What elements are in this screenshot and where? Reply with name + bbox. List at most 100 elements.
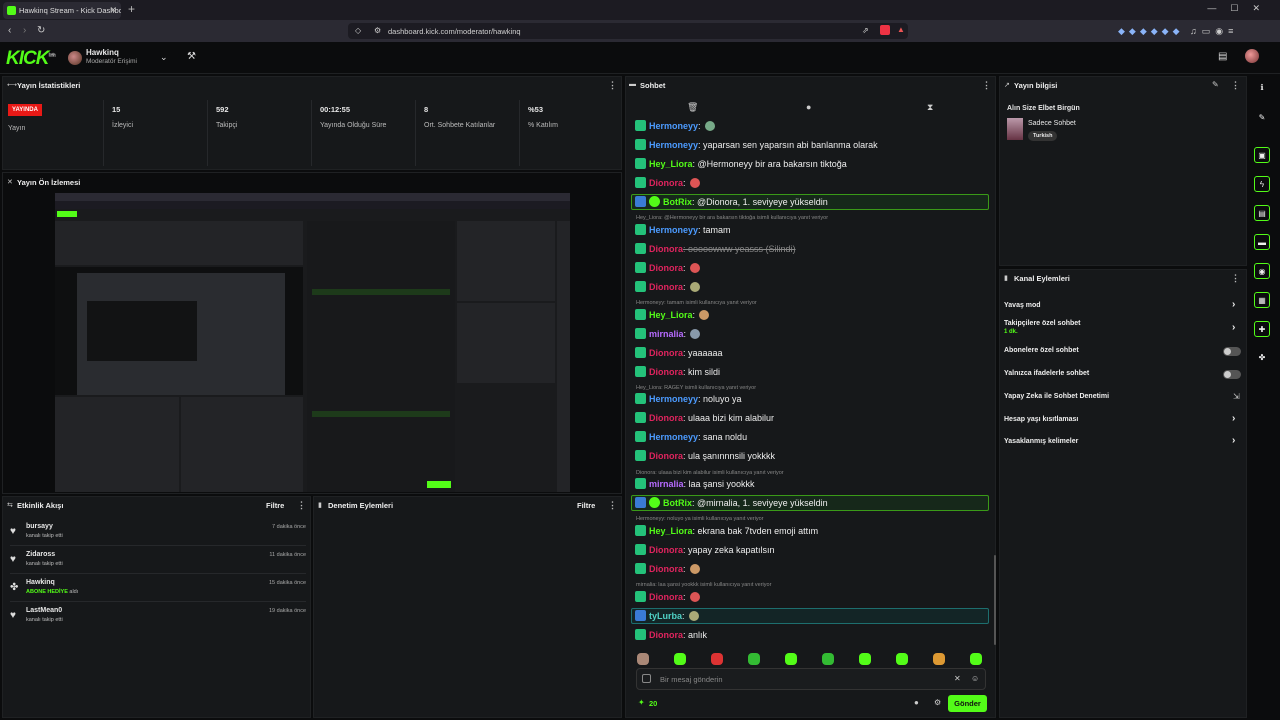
video-icon[interactable]: ▣ xyxy=(1254,147,1270,163)
stream-preview-video[interactable] xyxy=(55,193,570,492)
chat-username[interactable]: Dionora xyxy=(649,263,683,273)
window-controls[interactable]: —☐✕ xyxy=(1207,3,1274,14)
chat-menu-icon[interactable]: ⋮ xyxy=(982,80,991,91)
channel-actions-menu-icon[interactable]: ⋮ xyxy=(1231,273,1240,284)
chat-message[interactable]: Hey_Liora: ekrana bak 7tvden emoji attım xyxy=(635,525,818,536)
chat-message[interactable]: Dionora: yapay zeka kapatılsın xyxy=(635,544,775,555)
translate-icon[interactable]: ✕ xyxy=(954,674,961,683)
chat-message[interactable]: Hermoneyy: tamam xyxy=(635,224,731,235)
chat-username[interactable]: Dionora xyxy=(649,545,683,555)
chat-message[interactable]: BotRix: @Dionora, 1. seviyeye yükseldin xyxy=(635,196,828,207)
chat-message[interactable]: Hermoneyy: yaparsan sen yaparsın abi ban… xyxy=(635,139,878,150)
chat-message[interactable]: mirnalia: xyxy=(635,328,701,339)
chat-message[interactable]: Dionora: xyxy=(635,591,700,602)
chat-username[interactable]: Dionora xyxy=(649,451,683,461)
chat-message[interactable]: BotRix: @mirnalia, 1. seviyeye yükseldin xyxy=(635,497,828,508)
hourglass-icon[interactable]: ⧗ xyxy=(927,102,933,113)
external-link-icon[interactable]: ⇲ xyxy=(1233,392,1240,401)
chevron-right-icon[interactable]: › xyxy=(1232,322,1235,333)
mod-actions-menu-icon[interactable]: ⋮ xyxy=(608,500,617,511)
browser-tab[interactable]: Hawkinq Stream - Kick Dashboard ✕ xyxy=(3,2,121,19)
emote-only-toggle[interactable] xyxy=(1223,370,1241,379)
action-slow-mode[interactable]: Yavaş mod xyxy=(1004,302,1041,309)
list-item[interactable]: ✤ Hawkinq ABONE HEDİYE aldı 15 dakika ön… xyxy=(10,576,306,602)
chat-bubble-icon[interactable]: ● xyxy=(806,102,811,112)
trash-icon[interactable]: 🗑 xyxy=(687,102,698,113)
emoji-picker-icon[interactable] xyxy=(642,674,651,683)
chat-message[interactable]: Dionora: kim sildi xyxy=(635,366,720,377)
action-banned-words[interactable]: Yasaklanmış kelimeler xyxy=(1004,438,1078,445)
chat-message[interactable]: Dionora: ooooowww yeasss (Silindi) xyxy=(635,243,796,254)
chat-username[interactable]: mirnalia xyxy=(649,479,684,489)
chat-username[interactable]: Hey_Liora xyxy=(649,526,693,536)
action-followers-only[interactable]: Takipçilere özel sohbet xyxy=(1004,320,1081,327)
info-icon[interactable]: ℹ xyxy=(1254,80,1270,96)
kick-logo[interactable]: KICKbeta xyxy=(6,48,56,70)
chat-message[interactable]: Dionora: xyxy=(635,563,700,574)
chat-scrollbar[interactable] xyxy=(994,555,996,645)
action-account-age[interactable]: Hesap yaşı kısıtlaması xyxy=(1004,416,1078,423)
chat-message[interactable]: Hey_Liora: @Hermoneyy bir ara bakarsın t… xyxy=(635,158,847,169)
chat-username[interactable]: mirnalia xyxy=(649,329,684,339)
chat-username[interactable]: Dionora xyxy=(649,564,683,574)
stats-icon[interactable]: ▤ xyxy=(1254,205,1270,221)
chat-username[interactable]: Hermoneyy xyxy=(649,140,698,150)
share-icon[interactable]: ⇗ xyxy=(862,26,869,35)
action-emote-only[interactable]: Yalnızca ifadelerle sohbet xyxy=(1004,370,1089,377)
chat-icon[interactable]: ▬ xyxy=(1254,234,1270,250)
send-button[interactable]: Gönder xyxy=(948,695,987,712)
chevron-down-icon[interactable]: ⌄ xyxy=(160,52,168,63)
chat-username[interactable]: BotRix xyxy=(663,197,692,207)
user-avatar[interactable] xyxy=(1245,49,1259,63)
chat-username[interactable]: Dionora xyxy=(649,630,683,640)
mod-actions-filter-button[interactable]: Filtre xyxy=(577,501,595,510)
action-subscribers-only[interactable]: Abonelere özel sohbet xyxy=(1004,347,1079,354)
chat-message[interactable]: Dionora: anlık xyxy=(635,629,707,640)
chevron-right-icon[interactable]: › xyxy=(1232,413,1235,424)
chat-username[interactable]: Hermoneyy xyxy=(649,225,698,235)
feed-menu-icon[interactable]: ⋮ xyxy=(297,500,306,511)
chat-username[interactable]: Dionora xyxy=(649,244,683,254)
rewards-icon[interactable]: ▲ xyxy=(897,25,905,34)
chat-username[interactable]: Dionora xyxy=(649,592,683,602)
chat-username[interactable]: Dionora xyxy=(649,413,683,423)
list-item[interactable]: ♥ bursayy kanalı takip etti 7 dakika önc… xyxy=(10,520,306,546)
chat-username[interactable]: Hey_Liora xyxy=(649,159,693,169)
chat-message[interactable]: mirnalia: laa şansi yookkk xyxy=(635,478,755,489)
stats-menu-icon[interactable]: ⋮ xyxy=(608,80,617,91)
toolbar-icons[interactable]: ♫▭◉≡ xyxy=(1190,26,1238,37)
avatar[interactable] xyxy=(68,51,82,65)
pen-icon[interactable]: ✎ xyxy=(1254,110,1270,126)
extension-icons[interactable]: ◆◆◆◆◆◆ xyxy=(1118,26,1184,37)
brave-shield-icon[interactable] xyxy=(880,25,890,35)
chevron-right-icon[interactable]: › xyxy=(1232,299,1235,310)
gear-icon[interactable]: ⚙ xyxy=(934,698,941,707)
action-ai-moderation[interactable]: Yapay Zeka ile Sohbet Denetimi xyxy=(1004,393,1109,400)
chat-username[interactable]: Dionora xyxy=(649,367,683,377)
subscribers-only-toggle[interactable] xyxy=(1223,347,1241,356)
broadcast-icon[interactable]: ◉ xyxy=(1254,263,1270,279)
list-item[interactable]: ♥ LastMean0 kanalı takip etti 19 dakika … xyxy=(10,604,306,630)
panel-layout-icon[interactable]: ▤ xyxy=(1218,51,1227,62)
back-icon[interactable]: ‹ xyxy=(8,25,11,36)
list-item[interactable]: ♥ Zidaross kanalı takip etti 11 dakika ö… xyxy=(10,548,306,574)
chat-username[interactable]: Dionora xyxy=(649,348,683,358)
wrench-icon[interactable]: ✚ xyxy=(1254,321,1270,337)
chat-username[interactable]: BotRix xyxy=(663,498,692,508)
chat-username[interactable]: tyLurba xyxy=(649,611,682,621)
chat-username[interactable]: Dionora xyxy=(649,178,683,188)
close-tab-icon[interactable]: ✕ xyxy=(109,5,117,16)
chat-message[interactable]: Dionora: ula şanınnnsili yokkkk xyxy=(635,450,775,461)
chat-username[interactable]: Hermoneyy xyxy=(649,394,698,404)
reload-icon[interactable]: ↻ xyxy=(37,25,45,36)
chevron-right-icon[interactable]: › xyxy=(1232,435,1235,446)
feed-filter-button[interactable]: Filtre xyxy=(266,501,284,510)
chat-settings-bubble-icon[interactable]: ● xyxy=(914,698,919,707)
chat-message[interactable]: tyLurba: xyxy=(635,610,699,621)
forward-icon[interactable]: › xyxy=(23,25,26,36)
stream-info-menu-icon[interactable]: ⋮ xyxy=(1231,80,1240,91)
new-tab-icon[interactable]: + xyxy=(128,2,135,16)
list-icon[interactable]: ▦ xyxy=(1254,292,1270,308)
chat-username[interactable]: Hey_Liora xyxy=(649,310,693,320)
emote-toggle-icon[interactable]: ☺ xyxy=(971,674,979,683)
